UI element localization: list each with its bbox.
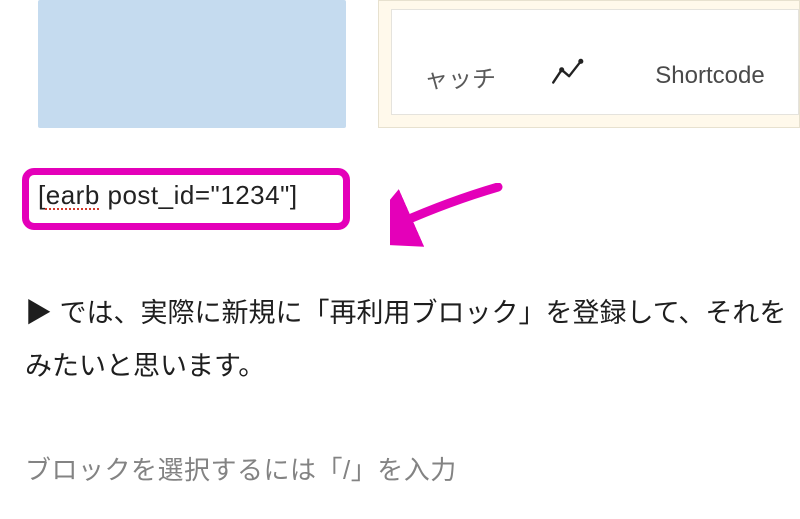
shortcode-input-block[interactable]: [earb post_id="1234"] [22,168,350,230]
paragraph-line-2: みたいと思います。 [25,340,800,393]
block-option-catch-fragment[interactable]: ャッチ [392,46,522,106]
shortcode-misspelled-token: earb [46,180,100,210]
shortcode-remainder: post_id="1234"] [100,180,298,210]
instruction-paragraph: ▶ では、実際に新規に「再利用ブロック」を登録して、それを みたいと思います。 [25,287,800,392]
editor-top-strip: ャッチ Shortcode [0,0,800,130]
shortcode-open-bracket: [ [38,180,46,210]
block-inserter-inner: ャッチ Shortcode [391,9,799,115]
block-option-stats[interactable] [522,46,612,106]
paragraph-line-1: ▶ では、実際に新規に「再利用ブロック」を登録して、それを [25,287,800,340]
image-placeholder-block[interactable] [38,0,346,128]
annotation-arrow [390,183,505,253]
block-inserter-row: ャッチ Shortcode [392,46,798,106]
block-option-shortcode[interactable]: Shortcode [612,46,798,106]
shortcode-text: [earb post_id="1234"] [38,180,298,211]
stats-icon [550,56,584,97]
block-inserter-panel[interactable]: ャッチ Shortcode [378,0,800,128]
new-block-placeholder[interactable]: ブロックを選択するには「/」を入力 [25,450,457,487]
